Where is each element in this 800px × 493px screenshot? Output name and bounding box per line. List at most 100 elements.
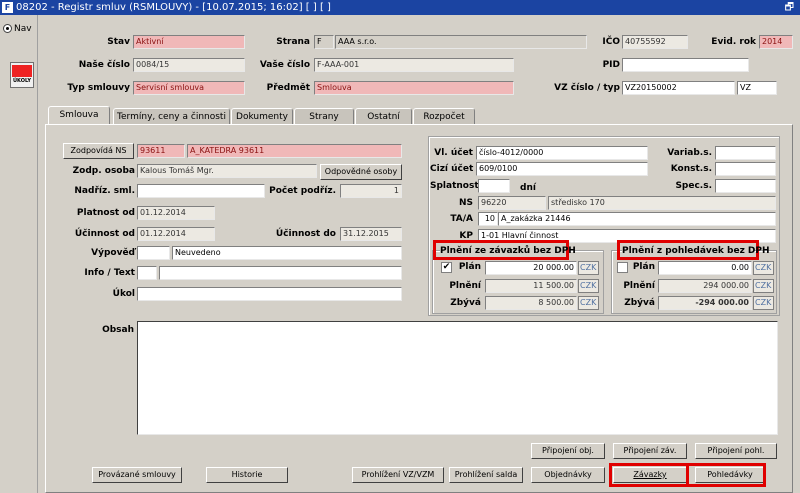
zodpovida-ns-name-field[interactable]: A_KATEDRA 93611 — [187, 144, 402, 158]
tab-ostatni[interactable]: Ostatní — [355, 108, 412, 125]
ico-field[interactable]: 40755592 — [622, 35, 688, 49]
buttons-highlight-divider — [686, 465, 689, 485]
variab-field[interactable] — [715, 146, 776, 160]
ucinnost-do-label: Účinnost do — [275, 229, 336, 239]
odpovedne-osoby-button[interactable]: Odpovědné osoby — [320, 164, 402, 180]
vypoved-code-field[interactable] — [137, 246, 170, 260]
prohlizeni-salda-button[interactable]: Prohlížení salda — [449, 467, 523, 483]
splatnost-field[interactable] — [478, 179, 510, 193]
dni-label: dní — [520, 183, 536, 193]
typ-smlouvy-label: Typ smlouvy — [67, 83, 130, 93]
restore-window-icon[interactable]: 🗗 — [785, 0, 794, 15]
pocet-podriz-label: Počet podříz. — [269, 186, 336, 196]
window-title: 08202 - Registr smluv (RSMLOUVY) - [10.0… — [16, 2, 331, 13]
ico-label: IČO — [602, 37, 620, 47]
variab-label: Variab.s. — [667, 148, 712, 158]
nav-radio-icon[interactable] — [3, 24, 12, 33]
zavazky-zbyva-label: Zbývá — [450, 298, 481, 308]
stav-label: Stav — [107, 37, 130, 47]
ukol-field[interactable] — [137, 287, 402, 301]
info-text-field[interactable] — [159, 266, 402, 280]
predmet-field[interactable]: Smlouva — [314, 81, 514, 95]
ucinnost-od-field[interactable]: 01.12.2014 — [137, 227, 215, 241]
vase-cislo-field[interactable]: F-AAA-001 — [314, 58, 514, 72]
pid-label: PID — [602, 60, 620, 70]
tab-rozpocet[interactable]: Rozpočet — [413, 108, 475, 125]
pid-field[interactable] — [622, 58, 749, 72]
zavazky-title: Plnění ze závazků bez DPH — [440, 246, 576, 256]
obsah-textarea[interactable] — [137, 321, 778, 435]
pohledavky-zbyva-label: Zbývá — [624, 298, 655, 308]
zavazky-zbyva-currency: CZK — [578, 296, 599, 310]
zavazky-plneni-currency: CZK — [578, 279, 599, 293]
cizi-ucet-label: Cizí účet — [430, 164, 474, 174]
vz-cislo-field[interactable]: VZ20150002 — [622, 81, 735, 95]
splatnost-label: Splatnost — [430, 181, 479, 191]
pohledavky-plan-checkbox[interactable] — [617, 262, 628, 273]
provazane-smlouvy-button[interactable]: Provázané smlouvy — [92, 467, 182, 483]
zodpovida-ns-code-field[interactable]: 93611 — [137, 144, 185, 158]
zavazky-zbyva-field[interactable]: 8 500.00 — [485, 296, 577, 310]
pohledavky-plneni-currency: CZK — [753, 279, 774, 293]
strana-code-field[interactable]: F — [314, 35, 334, 49]
cizi-ucet-field[interactable]: 609/0100 — [476, 162, 648, 176]
strana-name-field[interactable]: AAA s.r.o. — [335, 35, 587, 49]
taa-code-field[interactable]: 10 — [478, 212, 498, 226]
predmet-label: Předmět — [266, 83, 310, 93]
zavazky-plan-checkbox[interactable]: ✔ — [441, 262, 452, 273]
zavazky-plneni-label: Plnění — [449, 281, 481, 291]
pohledavky-zbyva-field[interactable]: -294 000.00 — [658, 296, 752, 310]
pohledavky-plneni-label: Plnění — [623, 281, 655, 291]
ukoly-button[interactable]: ÚKOLY — [10, 62, 34, 88]
pripojeni-pohl-button[interactable]: Připojení pohl. — [695, 443, 777, 459]
evid-rok-field[interactable]: 2014 — [759, 35, 793, 49]
app-icon: F — [2, 2, 13, 13]
typ-smlouvy-field[interactable]: Servisní smlouva — [133, 81, 245, 95]
info-code-field[interactable] — [137, 266, 157, 280]
spec-field[interactable] — [715, 179, 776, 193]
pocet-podriz-field[interactable]: 1 — [340, 184, 402, 198]
evid-rok-label: Evid. rok — [711, 37, 756, 47]
pohledavky-plneni-field[interactable]: 294 000.00 — [658, 279, 752, 293]
nadriz-sml-field[interactable] — [137, 184, 265, 198]
nase-cislo-field[interactable]: 0084/15 — [133, 58, 245, 72]
pohledavky-plan-field[interactable]: 0.00 — [658, 261, 752, 275]
tab-terminy[interactable]: Termíny, ceny a činnosti — [113, 108, 230, 125]
zodp-osoba-field[interactable]: Kalous Tomáš Mgr. — [137, 164, 317, 178]
pripojeni-zav-button[interactable]: Připojení záv. — [613, 443, 687, 459]
prohlizeni-vz-button[interactable]: Prohlížení VZ/VZM — [352, 467, 444, 483]
zavazky-plan-currency: CZK — [578, 261, 599, 275]
konst-label: Konst.s. — [670, 164, 712, 174]
vase-cislo-label: Vaše číslo — [259, 60, 310, 70]
platnost-od-label: Platnost od — [76, 208, 135, 218]
taa-name-field[interactable]: A_zakázka 21446 — [498, 212, 776, 226]
vz-typ-field[interactable]: VZ — [737, 81, 777, 95]
ns-label: NS — [458, 198, 473, 208]
tab-smlouva[interactable]: Smlouva — [48, 106, 110, 125]
tasks-icon — [12, 65, 32, 77]
pohledavky-plan-label: Plán — [632, 262, 655, 272]
zodp-osoba-label: Zodp. osoba — [72, 166, 135, 176]
objednavky-button[interactable]: Objednávky — [531, 467, 605, 483]
ns-name-field[interactable]: středisko 170 — [548, 196, 776, 210]
vz-cislo-label: VZ číslo / typ — [554, 83, 620, 93]
strana-label: Strana — [276, 37, 310, 47]
platnost-od-field[interactable]: 01.12.2014 — [137, 206, 215, 220]
ns-code-field[interactable]: 96220 — [478, 196, 546, 210]
vypoved-field[interactable]: Neuvedeno — [172, 246, 402, 260]
vypoved-label: Výpověď — [91, 248, 135, 258]
zavazky-plneni-field[interactable]: 11 500.00 — [485, 279, 577, 293]
tab-dokumenty[interactable]: Dokumenty — [231, 108, 293, 125]
window-title-bar: F 08202 - Registr smluv (RSMLOUVY) - [10… — [0, 0, 800, 15]
zodpovida-ns-button[interactable]: Zodpovídá NS — [63, 143, 134, 159]
vl-ucet-field[interactable]: číslo-4012/0000 — [476, 146, 648, 160]
konst-field[interactable] — [715, 162, 776, 176]
tab-strany[interactable]: Strany — [294, 108, 354, 125]
nadriz-sml-label: Nadříz. sml. — [74, 186, 135, 196]
historie-button[interactable]: Historie — [206, 467, 288, 483]
ucinnost-do-field[interactable]: 31.12.2015 — [340, 227, 402, 241]
check-icon: ✔ — [442, 262, 451, 272]
stav-field[interactable]: Aktivní — [133, 35, 245, 49]
pripojeni-obj-button[interactable]: Připojení obj. — [531, 443, 605, 459]
zavazky-plan-field[interactable]: 20 000.00 — [485, 261, 577, 275]
